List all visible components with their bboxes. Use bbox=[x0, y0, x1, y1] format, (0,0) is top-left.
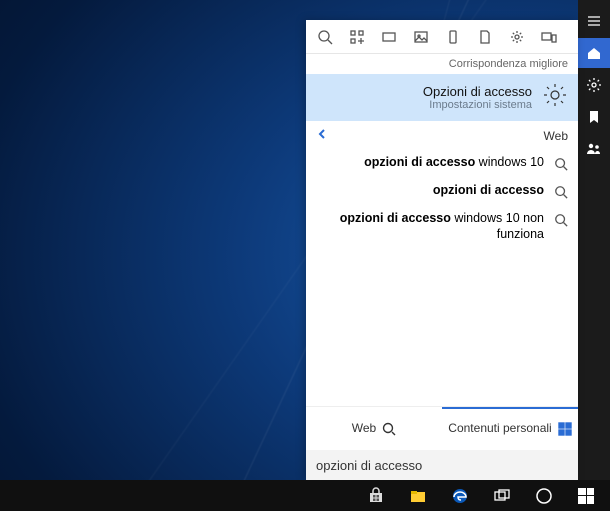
gear-icon bbox=[542, 82, 568, 113]
tab-web[interactable]: Web bbox=[306, 407, 442, 450]
web-section-header[interactable]: Web bbox=[306, 121, 578, 151]
search-icon[interactable] bbox=[316, 28, 334, 46]
suggestion-text: opzioni di accesso bbox=[433, 183, 544, 199]
apps-icon[interactable] bbox=[348, 28, 366, 46]
edge-icon[interactable] bbox=[440, 480, 480, 511]
suggestion-text: opzioni di accesso windows 10 non funzio… bbox=[316, 211, 544, 242]
home-icon[interactable] bbox=[578, 38, 610, 68]
search-value: opzioni di accesso bbox=[316, 458, 422, 473]
suggestion-text: opzioni di accesso windows 10 bbox=[364, 155, 544, 171]
search-icon bbox=[554, 157, 568, 171]
best-match-title: Opzioni di accesso bbox=[423, 84, 532, 99]
bookmark-icon[interactable] bbox=[578, 102, 610, 132]
best-match-result[interactable]: Opzioni di accesso Impostazioni sistema bbox=[306, 74, 578, 121]
panel-sidebar bbox=[578, 0, 610, 480]
filter-row bbox=[306, 20, 578, 54]
web-label: Web bbox=[544, 129, 568, 143]
web-suggestion[interactable]: opzioni di accesso windows 10 bbox=[306, 151, 578, 179]
bottom-tabs: Contenuti personali Web bbox=[306, 406, 578, 450]
search-input[interactable]: opzioni di accesso bbox=[306, 450, 578, 480]
search-icon bbox=[554, 213, 568, 227]
task-view-icon[interactable] bbox=[482, 480, 522, 511]
tab-personal[interactable]: Contenuti personali bbox=[442, 407, 578, 450]
web-suggestion[interactable]: opzioni di accesso bbox=[306, 179, 578, 207]
grid-icon bbox=[558, 422, 572, 436]
search-icon bbox=[382, 422, 396, 436]
phone-icon[interactable] bbox=[444, 28, 462, 46]
cortana-icon[interactable] bbox=[524, 480, 564, 511]
search-icon bbox=[554, 185, 568, 199]
search-panel: Corrispondenza migliore Opzioni di acces… bbox=[306, 20, 578, 480]
best-match-label: Corrispondenza migliore bbox=[306, 54, 578, 74]
start-button[interactable] bbox=[566, 480, 606, 511]
chevron-left-icon bbox=[316, 127, 328, 145]
document-icon[interactable] bbox=[476, 28, 494, 46]
people-icon[interactable] bbox=[578, 134, 610, 164]
best-match-subtitle: Impostazioni sistema bbox=[423, 99, 532, 111]
image-icon[interactable] bbox=[412, 28, 430, 46]
tab-label: Web bbox=[352, 422, 376, 435]
menu-icon[interactable] bbox=[578, 6, 610, 36]
monitor-icon[interactable] bbox=[380, 28, 398, 46]
web-suggestion[interactable]: opzioni di accesso windows 10 non funzio… bbox=[306, 207, 578, 250]
tab-label: Contenuti personali bbox=[448, 422, 551, 435]
devices-icon[interactable] bbox=[540, 28, 558, 46]
gear-icon[interactable] bbox=[578, 70, 610, 100]
settings-gear-icon[interactable] bbox=[508, 28, 526, 46]
store-icon[interactable] bbox=[356, 480, 396, 511]
file-explorer-icon[interactable] bbox=[398, 480, 438, 511]
taskbar bbox=[0, 480, 610, 511]
